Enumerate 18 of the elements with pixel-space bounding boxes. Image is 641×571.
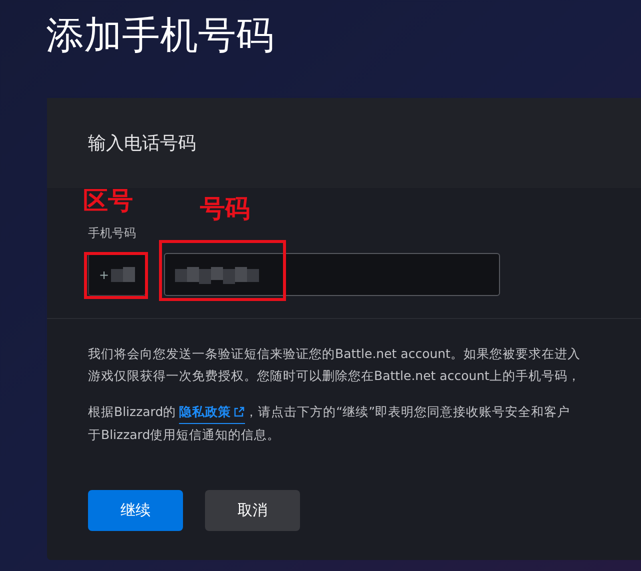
external-link-icon	[233, 406, 246, 418]
blurred-value-icon	[111, 266, 138, 284]
annotation-frame	[84, 252, 148, 299]
annotation-label: 号码	[200, 193, 250, 225]
consent-line: 根据Blizzard的 隐私政策 ，请点击下方的“继续”即表明您同意接收账号安全和客户	[88, 401, 641, 424]
description-line: 游戏仅限获得一次免费授权。您随时可以删除您在Battle.net account上的手机号码，	[88, 367, 582, 385]
area-code-value: +	[99, 266, 110, 284]
privacy-policy-link[interactable]: 隐私政策	[179, 401, 246, 424]
phone-number-field[interactable]	[164, 253, 500, 296]
consent-line: 于Blizzard使用短信通知的信息。	[88, 426, 282, 444]
panel-heading: 输入电话号码	[88, 132, 196, 156]
cancel-button[interactable]: 取消	[205, 490, 300, 531]
field-label: 手机号码	[88, 225, 136, 242]
page-title: 添加手机号码	[46, 12, 275, 59]
annotation-label: 区号	[83, 185, 133, 217]
description-line: 我们将会向您发送一条验证短信来验证您的Battle.net account。如果您被要求在进入	[88, 345, 582, 363]
area-code-field[interactable]: +	[88, 253, 146, 296]
continue-button[interactable]: 继续	[88, 490, 183, 531]
